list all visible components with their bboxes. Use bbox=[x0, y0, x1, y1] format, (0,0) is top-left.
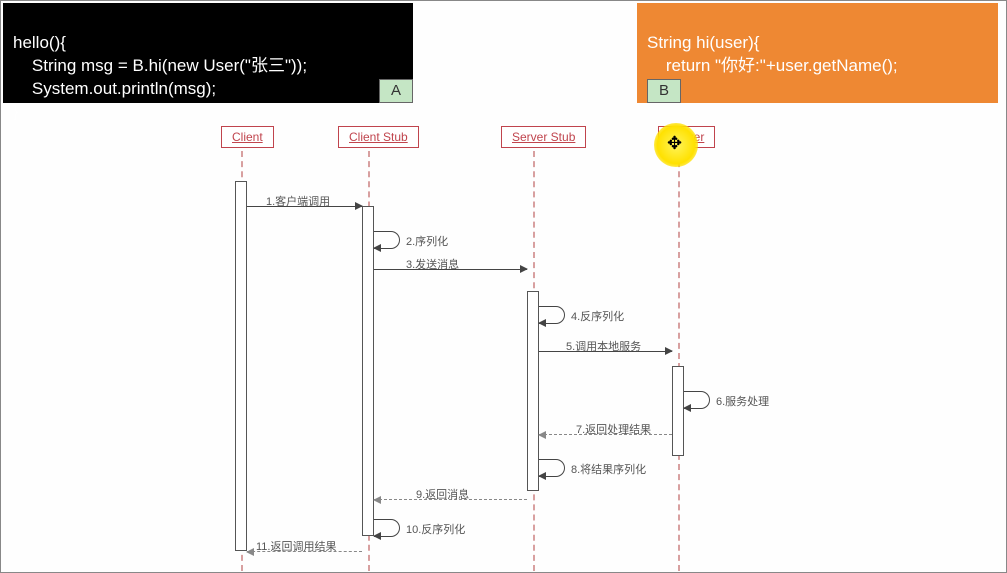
diagram-container: hello(){ String msg = B.hi(new User("张三"… bbox=[0, 0, 1007, 573]
lane-client-stub: Client Stub bbox=[338, 126, 419, 148]
msg-5: 5.调用本地服务 bbox=[566, 338, 641, 354]
msg-8: 8.将结果序列化 bbox=[571, 461, 646, 477]
label-a: A bbox=[379, 79, 413, 103]
bar-client-stub bbox=[362, 206, 374, 536]
code-a-l2: String msg = B.hi(new User("张三")); bbox=[13, 56, 307, 75]
msg-10: 10.反序列化 bbox=[406, 521, 465, 537]
loop-2 bbox=[374, 231, 400, 249]
loop-4 bbox=[539, 306, 565, 324]
loop-10 bbox=[374, 519, 400, 537]
code-box-b: String hi(user){ return "你好:"+user.getNa… bbox=[637, 3, 998, 103]
code-b-l2: return "你好:"+user.getName(); bbox=[647, 56, 898, 75]
label-b: B bbox=[647, 79, 681, 103]
sequence-diagram: Client Client Stub Server Stub Server 1.… bbox=[181, 111, 821, 566]
msg-6: 6.服务处理 bbox=[716, 393, 769, 409]
lane-client: Client bbox=[221, 126, 274, 148]
loop-8 bbox=[539, 459, 565, 477]
msg-7: 7.返回处理结果 bbox=[576, 421, 651, 437]
bar-client bbox=[235, 181, 247, 551]
code-a-l4: } bbox=[13, 102, 19, 121]
code-b-l1: String hi(user){ bbox=[647, 33, 759, 52]
msg-11: 11.返回调用结果 bbox=[256, 538, 336, 554]
lifeline-server bbox=[678, 151, 680, 571]
lane-server-stub: Server Stub bbox=[501, 126, 586, 148]
cursor-highlight: ✥ bbox=[654, 123, 698, 167]
code-a-l1: hello(){ bbox=[13, 33, 66, 52]
code-a-l3: System.out.println(msg); bbox=[13, 79, 216, 98]
move-cursor-icon: ✥ bbox=[667, 133, 682, 154]
msg-9: 9.返回消息 bbox=[416, 486, 469, 502]
msg-4: 4.反序列化 bbox=[571, 308, 624, 324]
msg-2: 2.序列化 bbox=[406, 233, 448, 249]
msg-1: 1.客户端调用 bbox=[266, 193, 330, 209]
code-box-a: hello(){ String msg = B.hi(new User("张三"… bbox=[3, 3, 413, 103]
msg-3: 3.发送消息 bbox=[406, 256, 459, 272]
loop-6 bbox=[684, 391, 710, 409]
